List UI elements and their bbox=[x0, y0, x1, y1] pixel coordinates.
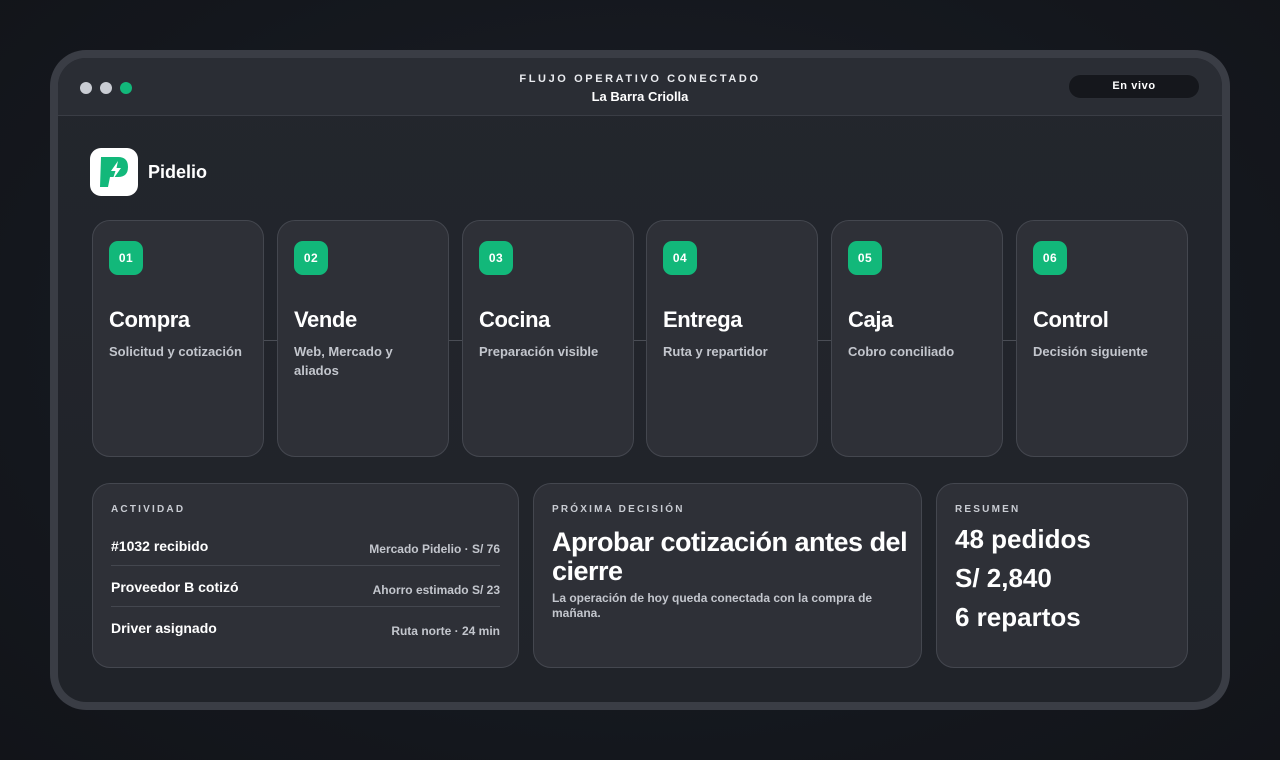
step-description: Ruta y repartidor bbox=[663, 344, 768, 359]
step-number-badge: 01 bbox=[109, 241, 143, 275]
activity-event: #1032 recibido bbox=[111, 538, 209, 554]
next-decision-panel[interactable]: PRÓXIMA DECISIÓN Aprobar cotización ante… bbox=[533, 483, 922, 668]
brand-name: Pidelio bbox=[148, 162, 208, 182]
activity-row[interactable]: Driver asignado Ruta norte · 24 min bbox=[111, 607, 500, 648]
summary-revenue: S/ 2,840 bbox=[955, 563, 1052, 593]
activity-row[interactable]: Proveedor B cotizó Ahorro estimado S/ 23 bbox=[111, 566, 500, 607]
activity-detail: Ahorro estimado S/ 23 bbox=[372, 583, 500, 597]
decision-title: Aprobar cotización antes del cierre bbox=[552, 527, 908, 586]
summary-panel: RESUMEN 48 pedidos S/ 2,840 6 repartos bbox=[936, 483, 1188, 668]
step-title: Compra bbox=[109, 307, 190, 332]
title-bar: FLUJO OPERATIVO CONECTADO La Barra Criol… bbox=[58, 58, 1222, 116]
step-description: Web, Mercado y aliados bbox=[294, 344, 393, 378]
app-window-frame: FLUJO OPERATIVO CONECTADO La Barra Criol… bbox=[50, 50, 1230, 710]
step-title: Entrega bbox=[663, 307, 743, 332]
decision-label: PRÓXIMA DECISIÓN bbox=[552, 504, 685, 515]
app-window: FLUJO OPERATIVO CONECTADO La Barra Criol… bbox=[58, 58, 1222, 702]
step-card-cocina[interactable]: 03 Cocina Preparación visible bbox=[462, 220, 634, 457]
activity-panel: ACTIVIDAD #1032 recibido Mercado Pidelio… bbox=[92, 483, 519, 668]
window-subtitle: La Barra Criolla bbox=[591, 89, 689, 104]
step-description: Preparación visible bbox=[479, 344, 599, 359]
step-number-badge: 06 bbox=[1033, 241, 1067, 275]
step-description: Decisión siguiente bbox=[1033, 344, 1148, 359]
step-number-badge: 03 bbox=[479, 241, 513, 275]
step-card-vende[interactable]: 02 Vende Web, Mercado y aliados bbox=[277, 220, 449, 457]
activity-event: Driver asignado bbox=[111, 620, 217, 636]
step-card-caja[interactable]: 05 Caja Cobro conciliado bbox=[831, 220, 1003, 457]
step-title: Control bbox=[1033, 307, 1109, 332]
summary-orders: 48 pedidos bbox=[955, 524, 1091, 554]
live-status-pill[interactable]: En vivo bbox=[1068, 74, 1200, 99]
step-description: Cobro conciliado bbox=[848, 344, 955, 359]
step-title: Caja bbox=[848, 307, 893, 332]
step-description: Solicitud y cotización bbox=[109, 344, 242, 359]
activity-detail: Ruta norte · 24 min bbox=[391, 624, 500, 638]
step-number-badge: 02 bbox=[294, 241, 328, 275]
step-title: Cocina bbox=[479, 307, 550, 332]
activity-row[interactable]: #1032 recibido Mercado Pidelio · S/ 76 bbox=[111, 525, 500, 566]
step-number-badge: 05 bbox=[848, 241, 882, 275]
window-title: FLUJO OPERATIVO CONECTADO bbox=[519, 73, 761, 85]
activity-event: Proveedor B cotizó bbox=[111, 579, 239, 595]
summary-deliveries: 6 repartos bbox=[955, 602, 1081, 632]
step-number-badge: 04 bbox=[663, 241, 697, 275]
step-title: Vende bbox=[294, 307, 357, 332]
activity-label: ACTIVIDAD bbox=[111, 504, 186, 515]
activity-detail: Mercado Pidelio · S/ 76 bbox=[369, 542, 500, 556]
decision-description: La operación de hoy queda conectada con … bbox=[552, 591, 873, 620]
step-card-entrega[interactable]: 04 Entrega Ruta y repartidor bbox=[646, 220, 818, 457]
step-card-control[interactable]: 06 Control Decisión siguiente bbox=[1016, 220, 1188, 457]
step-card-compra[interactable]: 01 Compra Solicitud y cotización bbox=[92, 220, 264, 457]
summary-label: RESUMEN bbox=[955, 504, 1021, 515]
lightning-p-logo-icon bbox=[90, 148, 138, 196]
